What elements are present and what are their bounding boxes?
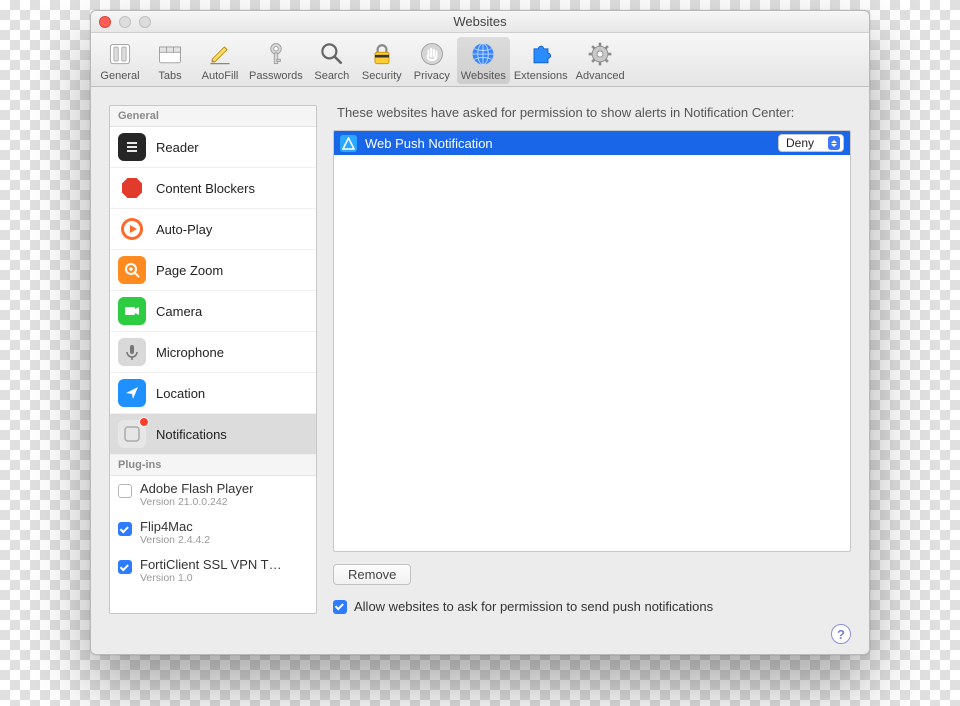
site-icon (340, 135, 357, 152)
sidebar-item-location[interactable]: Location (110, 373, 316, 414)
tab-security[interactable]: Security (357, 37, 407, 84)
tab-advanced[interactable]: Advanced (572, 37, 629, 84)
sidebar-item-label: Reader (156, 140, 199, 155)
permission-select[interactable]: Deny (778, 134, 844, 152)
sidebar-item-microphone[interactable]: Microphone (110, 332, 316, 373)
puzzle-icon (526, 39, 556, 69)
lock-icon (367, 39, 397, 69)
website-row[interactable]: Web Push Notification Deny (334, 131, 850, 155)
microphone-icon (118, 338, 146, 366)
plugin-version: Version 1.0 (140, 572, 282, 584)
sidebar-item-label: Auto-Play (156, 222, 212, 237)
tab-label: Extensions (514, 70, 568, 83)
plugin-name: Adobe Flash Player (140, 482, 253, 496)
permission-value: Deny (786, 136, 814, 150)
zoom-icon (118, 256, 146, 284)
allow-label: Allow websites to ask for permission to … (354, 599, 713, 614)
plugin-checkbox[interactable] (118, 560, 132, 574)
remove-button[interactable]: Remove (333, 564, 411, 585)
sidebar-item-label: Notifications (156, 427, 227, 442)
notifications-icon (118, 420, 146, 448)
play-icon (118, 215, 146, 243)
plugin-checkbox[interactable] (118, 484, 132, 498)
plugin-version: Version 2.4.4.2 (140, 534, 210, 546)
tab-extensions[interactable]: Extensions (510, 37, 572, 84)
tab-label: Advanced (576, 70, 625, 83)
tab-label: Search (314, 70, 349, 83)
magnifier-icon (317, 39, 347, 69)
sidebar-item-content-blockers[interactable]: Content Blockers (110, 168, 316, 209)
titlebar: Websites (91, 11, 869, 33)
sidebar-item-label: Microphone (156, 345, 224, 360)
hand-icon (417, 39, 447, 69)
plugin-checkbox[interactable] (118, 522, 132, 536)
location-arrow-icon (118, 379, 146, 407)
tab-label: Passwords (249, 70, 303, 83)
tab-general[interactable]: General (95, 37, 145, 84)
window-title: Websites (453, 14, 506, 29)
sidebar-item-auto-play[interactable]: Auto-Play (110, 209, 316, 250)
plugin-row[interactable]: Flip4Mac Version 2.4.4.2 (110, 514, 316, 552)
pencil-icon (205, 39, 235, 69)
settings-sidebar: General Reader Content Blockers Auto-Pla… (109, 105, 317, 614)
help-button[interactable]: ? (831, 624, 851, 644)
sidebar-item-label: Content Blockers (156, 181, 255, 196)
sidebar-section-plugins: Plug-ins (110, 455, 316, 476)
gear-icon (585, 39, 615, 69)
tab-label: Privacy (414, 70, 450, 83)
tab-label: AutoFill (202, 70, 239, 83)
preferences-window: Websites General Tabs AutoFill Pass (90, 10, 870, 655)
tab-autofill[interactable]: AutoFill (195, 37, 245, 84)
sidebar-item-reader[interactable]: Reader (110, 127, 316, 168)
tab-websites[interactable]: Websites (457, 37, 510, 84)
main-panel: These websites have asked for permission… (333, 105, 851, 614)
tabs-icon (155, 39, 185, 69)
websites-list[interactable]: Web Push Notification Deny (333, 130, 851, 552)
sidebar-item-camera[interactable]: Camera (110, 291, 316, 332)
sidebar-item-label: Camera (156, 304, 202, 319)
plugin-name: Flip4Mac (140, 520, 210, 534)
allow-checkbox[interactable] (333, 600, 347, 614)
tab-passwords[interactable]: Passwords (245, 37, 307, 84)
close-window-button[interactable] (99, 16, 111, 28)
plugin-version: Version 21.0.0.242 (140, 496, 253, 508)
tab-label: Tabs (158, 70, 181, 83)
tab-privacy[interactable]: Privacy (407, 37, 457, 84)
sidebar-section-general: General (110, 106, 316, 127)
sidebar-item-notifications[interactable]: Notifications (110, 414, 316, 455)
plugin-name: FortiClient SSL VPN T… (140, 558, 282, 572)
tab-label: General (100, 70, 139, 83)
stepper-icon (828, 136, 840, 150)
sidebar-item-label: Location (156, 386, 205, 401)
plugin-row[interactable]: FortiClient SSL VPN T… Version 1.0 (110, 552, 316, 590)
content-area: General Reader Content Blockers Auto-Pla… (91, 87, 869, 624)
site-name: Web Push Notification (365, 136, 778, 151)
preferences-toolbar: General Tabs AutoFill Passwords Search (91, 33, 869, 87)
key-icon (261, 39, 291, 69)
tab-tabs[interactable]: Tabs (145, 37, 195, 84)
panel-description: These websites have asked for permission… (337, 105, 851, 120)
plugin-row[interactable]: Adobe Flash Player Version 21.0.0.242 (110, 476, 316, 514)
zoom-window-button[interactable] (139, 16, 151, 28)
switch-icon (105, 39, 135, 69)
globe-icon (468, 39, 498, 69)
window-controls (99, 16, 151, 28)
reader-icon (118, 133, 146, 161)
tab-label: Websites (461, 70, 506, 83)
minimize-window-button[interactable] (119, 16, 131, 28)
camera-icon (118, 297, 146, 325)
stop-sign-icon (118, 174, 146, 202)
sidebar-item-page-zoom[interactable]: Page Zoom (110, 250, 316, 291)
tab-label: Security (362, 70, 402, 83)
tab-search[interactable]: Search (307, 37, 357, 84)
sidebar-item-label: Page Zoom (156, 263, 223, 278)
